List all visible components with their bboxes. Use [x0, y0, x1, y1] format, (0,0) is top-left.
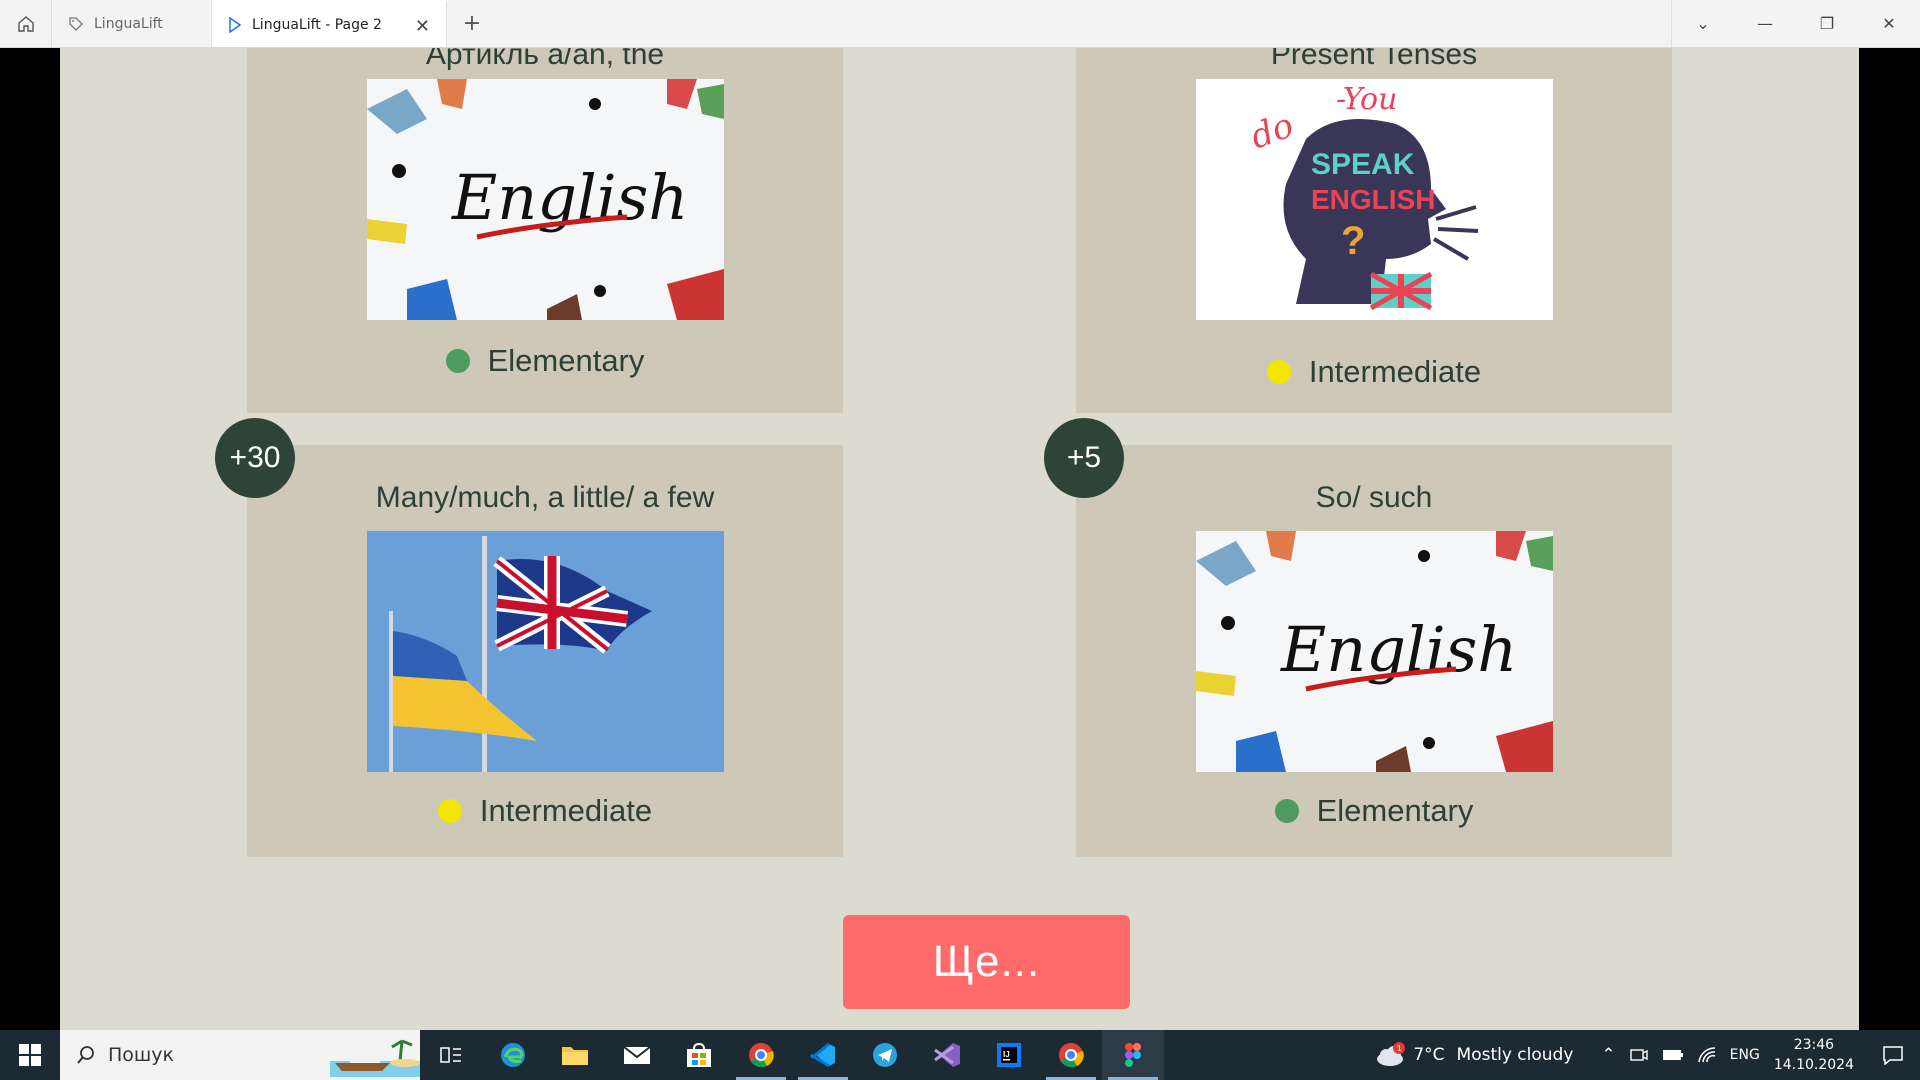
search-placeholder: Пошук [108, 1044, 175, 1066]
minimize-button[interactable]: — [1734, 0, 1796, 47]
telegram-icon[interactable] [854, 1030, 916, 1080]
level-label: Intermediate [479, 793, 653, 828]
wifi-icon[interactable] [1697, 1047, 1716, 1063]
battery-icon[interactable] [1662, 1049, 1684, 1061]
tab-label: LinguaLift [94, 15, 163, 32]
taskbar-search-box[interactable]: Пошук [60, 1030, 420, 1080]
home-icon [17, 15, 34, 32]
level-dot [1266, 360, 1291, 384]
svg-text:?: ? [1341, 219, 1365, 263]
clock-time: 23:46 [1793, 1037, 1835, 1053]
level-label: Elementary [1316, 793, 1474, 828]
new-tab-button[interactable]: + [447, 0, 497, 47]
clock[interactable]: 23:46 14.10.2024 [1774, 1035, 1854, 1075]
svg-text:ENGLISH: ENGLISH [1311, 184, 1435, 215]
svg-text:SPEAK: SPEAK [1311, 148, 1415, 181]
restore-button[interactable]: ❐ [1796, 0, 1858, 47]
notifications-icon[interactable] [1882, 1045, 1904, 1065]
svg-text:1: 1 [1397, 1044, 1402, 1053]
level-dot [445, 349, 470, 373]
microsoft-store-icon[interactable] [668, 1030, 730, 1080]
level-indicator: Elementary [247, 343, 843, 379]
start-button[interactable] [0, 1030, 60, 1080]
level-indicator: Intermediate [247, 793, 843, 829]
language-indicator[interactable]: ENG [1730, 1047, 1760, 1063]
vscode-icon[interactable] [792, 1030, 854, 1080]
chevron-up-icon[interactable]: ⌃ [1601, 1045, 1615, 1065]
lesson-title: Present Tenses [1270, 48, 1478, 71]
clock-date: 14.10.2024 [1773, 1057, 1854, 1073]
camera-icon[interactable] [1629, 1047, 1648, 1063]
file-explorer-icon[interactable] [544, 1030, 606, 1080]
tab-label: LinguaLift - Page 2 [252, 16, 382, 33]
chrome-profile-icon[interactable] [1040, 1030, 1102, 1080]
search-highlight-boat-icon [330, 1039, 420, 1077]
play-icon [229, 16, 242, 33]
show-more-button[interactable]: Ще... [843, 915, 1130, 1009]
search-icon [77, 1046, 94, 1064]
lesson-card[interactable]: Many/much, a little/ a few Intermediate [247, 445, 843, 857]
chrome-icon[interactable] [730, 1030, 792, 1080]
english-hands-image: English [1196, 531, 1553, 772]
mail-icon[interactable] [606, 1030, 668, 1080]
level-label: Intermediate [1308, 354, 1482, 389]
lesson-title: Many/much, a little/ a few [375, 481, 715, 514]
points-badge: +5 [1044, 418, 1124, 498]
weather-widget[interactable]: 1 7°C Mostly cloudy [1375, 1042, 1573, 1068]
figma-icon[interactable] [1102, 1030, 1164, 1080]
intellij-icon[interactable]: IJ [978, 1030, 1040, 1080]
svg-text:IJ: IJ [1003, 1050, 1010, 1059]
level-indicator: Elementary [1076, 793, 1672, 829]
task-view-icon[interactable] [420, 1030, 482, 1080]
tab-lingualift-page-2[interactable]: LinguaLift - Page 2 ✕ [212, 0, 447, 47]
lesson-card[interactable]: Present Tenses do -You SPEAK ENGLISH ? I… [1076, 48, 1672, 413]
home-button[interactable] [0, 0, 52, 47]
lesson-card[interactable]: Артикль a/an, the English Elementary [247, 48, 843, 413]
close-tab-icon[interactable]: ✕ [415, 16, 430, 37]
lesson-card[interactable]: So/ such English Elementary [1076, 445, 1672, 857]
browser-titlebar: LinguaLift LinguaLift - Page 2 ✕ + ⌄ — ❐… [0, 0, 1920, 48]
points-badge: +30 [215, 418, 295, 498]
level-label: Elementary [487, 343, 645, 378]
level-dot [437, 799, 462, 823]
lessons-page: Артикль a/an, the English Elementary Pre… [60, 48, 1859, 1030]
edge-icon[interactable] [482, 1030, 544, 1080]
level-dot [1274, 799, 1299, 823]
visual-studio-icon[interactable] [916, 1030, 978, 1080]
system-tray: 1 7°C Mostly cloudy ⌃ ENG 23:46 14.10.20… [1375, 1030, 1920, 1080]
windows-logo-icon [19, 1044, 41, 1066]
level-indicator: Intermediate [1076, 354, 1672, 390]
cloudy-weather-icon: 1 [1377, 1042, 1406, 1066]
tab-list-chevron-down-icon[interactable]: ⌄ [1672, 0, 1734, 47]
tab-lingualift[interactable]: LinguaLift [52, 0, 212, 47]
windows-taskbar: Пошук IJ 1 7°C Mostly cloudy ⌃ ENG 23:46… [0, 1030, 1920, 1080]
tag-icon [69, 16, 83, 31]
do-you-speak-english-image: do -You SPEAK ENGLISH ? [1196, 79, 1553, 320]
weather-condition: Mostly cloudy [1456, 1045, 1574, 1065]
close-window-button[interactable]: ✕ [1858, 0, 1920, 47]
weather-temperature: 7°C [1413, 1045, 1445, 1065]
svg-text:-You: -You [1336, 82, 1397, 117]
english-hands-image: English [367, 79, 724, 320]
uk-ukraine-flags-image [367, 531, 724, 772]
lesson-title: Артикль a/an, the [425, 48, 665, 71]
lesson-title: So/ such [1315, 481, 1433, 514]
